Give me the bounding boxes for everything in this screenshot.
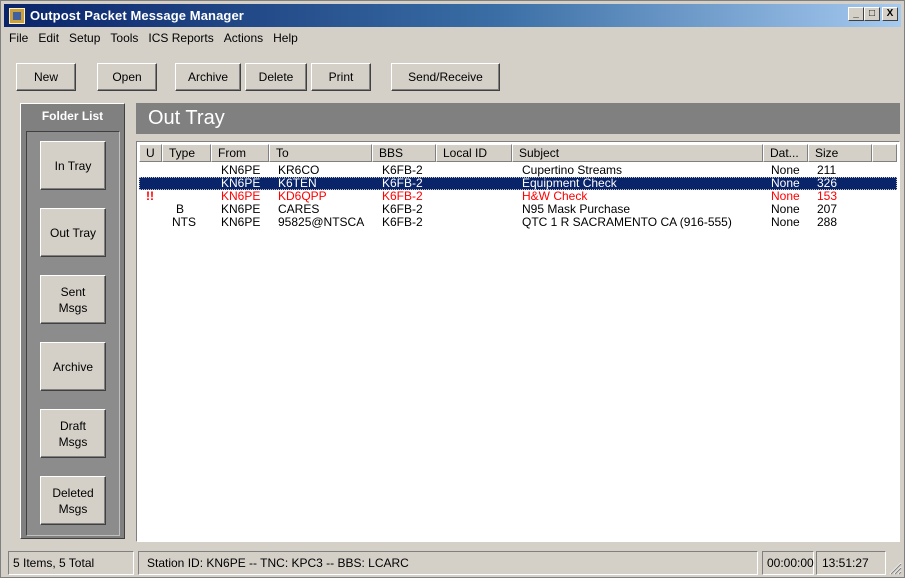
menu-help[interactable]: Help [268, 31, 303, 45]
menu-bar: File Edit Setup Tools ICS Reports Action… [4, 28, 303, 48]
cell-size: 288 [817, 215, 838, 229]
column-header-local-id[interactable]: Local ID [436, 144, 512, 162]
menu-file[interactable]: File [4, 31, 33, 45]
message-list[interactable]: U Type From To BBS Local ID Subject Dat.… [136, 141, 900, 542]
archive-button[interactable]: Archive [175, 63, 241, 91]
delete-button[interactable]: Delete [245, 63, 307, 91]
table-row[interactable]: NTS KN6PE 95825@NTSCA K6FB-2 QTC 1 R SAC… [139, 216, 897, 229]
folder-list-header: Folder List [41, 109, 104, 123]
folder-archive-button[interactable]: Archive [40, 342, 106, 391]
folder-list-panel: Folder List In Tray Out Tray Sent Msgs A… [20, 103, 125, 539]
folder-sent-msgs-button[interactable]: Sent Msgs [40, 275, 106, 324]
menu-ics-reports[interactable]: ICS Reports [143, 31, 218, 45]
urgent-icon: !! [146, 189, 154, 203]
folder-in-tray-button[interactable]: In Tray [40, 141, 106, 190]
window-controls: _ □ X [848, 7, 898, 21]
toolbar: New Open Archive Delete Print Send/Recei… [4, 60, 901, 91]
column-header-urgent[interactable]: U [139, 144, 162, 162]
close-button[interactable]: X [882, 7, 898, 21]
window-title: Outpost Packet Message Manager [30, 8, 244, 23]
status-elapsed-time: 00:00:00 [762, 551, 814, 575]
menu-actions[interactable]: Actions [219, 31, 268, 45]
column-header-size[interactable]: Size [808, 144, 872, 162]
column-header-type[interactable]: Type [162, 144, 211, 162]
cell-subject: QTC 1 R SACRAMENTO CA (916-555) [522, 215, 732, 229]
folder-deleted-msgs-button[interactable]: Deleted Msgs [40, 476, 106, 525]
app-icon[interactable] [9, 7, 25, 24]
title-bar[interactable]: Outpost Packet Message Manager _ □ X [4, 4, 901, 27]
column-header-bbs[interactable]: BBS [372, 144, 436, 162]
status-clock: 13:51:27 [816, 551, 886, 575]
column-header-subject[interactable]: Subject [512, 144, 763, 162]
menu-edit[interactable]: Edit [33, 31, 64, 45]
column-header-filler [872, 144, 897, 162]
open-button[interactable]: Open [97, 63, 157, 91]
list-header: U Type From To BBS Local ID Subject Dat.… [139, 144, 897, 162]
folder-out-tray-button[interactable]: Out Tray [40, 208, 106, 257]
folder-title: Out Tray [148, 107, 225, 129]
print-button[interactable]: Print [311, 63, 371, 91]
menu-tools[interactable]: Tools [105, 31, 143, 45]
cell-type: NTS [172, 215, 196, 229]
column-header-from[interactable]: From [211, 144, 269, 162]
status-item-count: 5 Items, 5 Total [8, 551, 134, 575]
menu-setup[interactable]: Setup [64, 31, 105, 45]
cell-bbs: K6FB-2 [382, 215, 423, 229]
status-station-info: Station ID: KN6PE -- TNC: KPC3 -- BBS: L… [138, 551, 758, 575]
new-button[interactable]: New [16, 63, 76, 91]
minimize-button[interactable]: _ [848, 7, 864, 21]
folder-title-bar: Out Tray [136, 103, 900, 134]
status-bar: 5 Items, 5 Total Station ID: KN6PE -- TN… [4, 548, 903, 576]
maximize-button[interactable]: □ [864, 7, 880, 21]
cell-from: KN6PE [221, 215, 261, 229]
resize-grip-icon[interactable] [888, 561, 902, 575]
folder-list: In Tray Out Tray Sent Msgs Archive Draft… [26, 131, 120, 536]
column-header-date[interactable]: Dat... [763, 144, 808, 162]
cell-to: 95825@NTSCA [278, 215, 365, 229]
column-header-to[interactable]: To [269, 144, 372, 162]
cell-date: None [771, 215, 800, 229]
send-receive-button[interactable]: Send/Receive [391, 63, 500, 91]
app-window: Outpost Packet Message Manager _ □ X Fil… [0, 0, 905, 578]
folder-draft-msgs-button[interactable]: Draft Msgs [40, 409, 106, 458]
